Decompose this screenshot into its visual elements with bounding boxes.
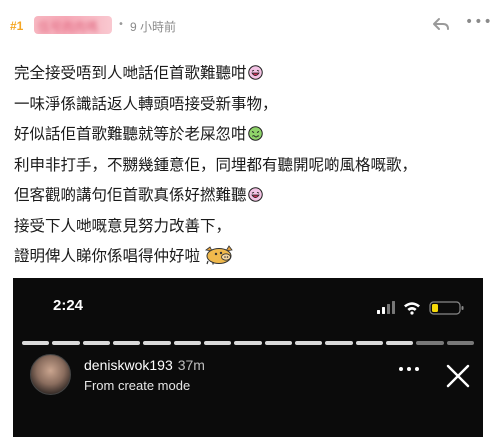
progress-segment bbox=[416, 341, 444, 345]
post-line-3: 好似話佢首歌難聽就等於老屎忽咁 bbox=[14, 119, 484, 150]
laughing-face-icon bbox=[247, 65, 263, 80]
post-line-text: 利申非打手，不嬲幾鍾意佢，同埋都有聽開呢啲風格嘅歌， bbox=[14, 155, 418, 174]
post-line-text: 完全接受唔到人哋話佢首歌難聽咁 bbox=[14, 64, 247, 82]
separator-dot: • bbox=[118, 19, 124, 30]
story-progress-bar bbox=[22, 341, 474, 345]
post-line-5: 但客觀啲講句佢首歌真係好撚難聽 bbox=[14, 180, 484, 211]
post-line-text: 一味淨係識話返人轉頭唔接受新事物， bbox=[14, 94, 278, 113]
reply-icon[interactable] bbox=[432, 15, 450, 33]
avatar[interactable] bbox=[30, 354, 71, 395]
progress-segment bbox=[294, 341, 323, 345]
progress-segment bbox=[143, 341, 171, 345]
progress-segment bbox=[325, 341, 353, 345]
post-timestamp: 9 小時前 bbox=[130, 20, 177, 34]
progress-segment bbox=[385, 341, 414, 345]
more-options-icon[interactable] bbox=[396, 362, 422, 376]
post-line-text: 但客觀啲講句佢首歌真係好撚難聽 bbox=[14, 186, 247, 204]
post-line-1: 完全接受唔到人哋話佢首歌難聽咁 bbox=[14, 58, 484, 89]
post-body: 完全接受唔到人哋話佢首歌難聽咁 一味淨係識話返人轉頭唔接受新事物， 好似話佢首歌… bbox=[14, 58, 484, 272]
laughing-face-icon bbox=[247, 187, 263, 202]
post-line-2: 一味淨係識話返人轉頭唔接受新事物， bbox=[14, 89, 484, 120]
sick-face-icon bbox=[247, 126, 263, 141]
story-username[interactable]: deniskwok193 bbox=[84, 357, 173, 373]
close-icon[interactable] bbox=[445, 363, 471, 389]
story-age: 37m bbox=[177, 357, 205, 373]
floor-number: #1 bbox=[10, 19, 24, 33]
progress-segment bbox=[355, 341, 383, 345]
username-text: 伍号肉肉嗎 bbox=[38, 20, 99, 34]
story-subtitle: From create mode bbox=[84, 378, 191, 393]
pig-face-icon bbox=[205, 245, 233, 265]
post-line-4: 利申非打手，不嬲幾鍾意佢，同埋都有聽開呢啲風格嘅歌， bbox=[14, 150, 484, 181]
progress-segment bbox=[52, 341, 80, 345]
progress-segment bbox=[22, 341, 50, 345]
progress-segment bbox=[173, 341, 201, 345]
post-line-text: 接受下人哋嘅意見努力改善下， bbox=[14, 216, 232, 235]
signal-icon bbox=[377, 301, 395, 314]
post-line-text: 好似話佢首歌難聽就等於老屎忽咁 bbox=[14, 125, 247, 143]
post-line-6: 接受下人哋嘅意見努力改善下， bbox=[14, 211, 484, 242]
battery-icon bbox=[429, 301, 464, 315]
post-line-7: 證明俾人睇你係唱得仲好啦 bbox=[14, 241, 484, 272]
progress-segment bbox=[112, 341, 141, 345]
status-bar-icons bbox=[377, 301, 464, 315]
story-user-line: deniskwok193 37m bbox=[84, 357, 205, 373]
progress-segment bbox=[82, 341, 110, 345]
progress-segment bbox=[203, 341, 232, 345]
username-redacted[interactable]: 伍号肉肉嗎 bbox=[34, 16, 112, 34]
post-line-text: 證明俾人睇你係唱得仲好啦 bbox=[14, 247, 201, 265]
progress-segment bbox=[234, 341, 262, 345]
post-header: #1 伍号肉肉嗎 • 9 小時前 ••• bbox=[0, 0, 496, 48]
progress-segment bbox=[264, 341, 292, 345]
status-bar-time: 2:24 bbox=[53, 297, 84, 314]
progress-segment bbox=[446, 341, 474, 345]
wifi-icon bbox=[404, 302, 420, 315]
story-screenshot: 2:24 deniskwok193 37m From create mode bbox=[13, 278, 483, 437]
more-options-icon[interactable]: ••• bbox=[465, 14, 493, 30]
